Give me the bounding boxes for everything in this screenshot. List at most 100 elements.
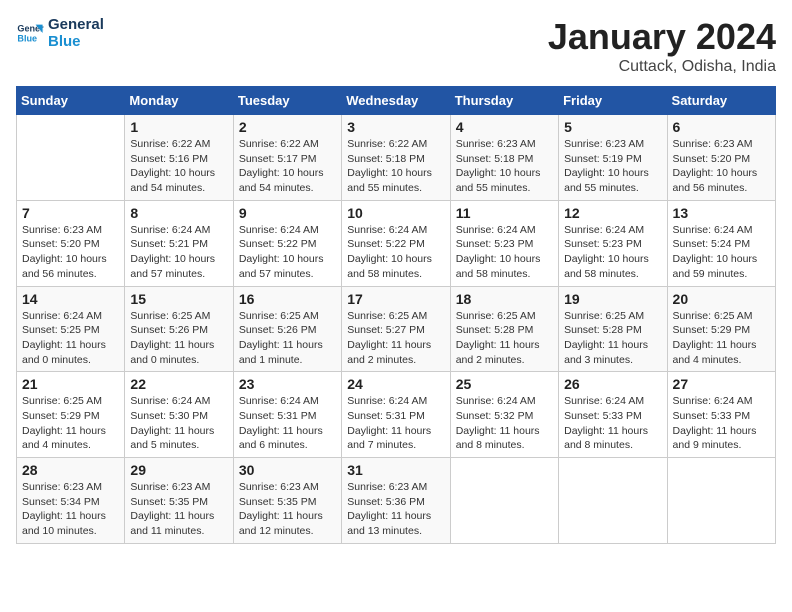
day-number: 1	[130, 119, 227, 135]
calendar-cell: 9Sunrise: 6:24 AM Sunset: 5:22 PM Daylig…	[233, 200, 341, 286]
week-row-1: 7 Sunrise: 6:23 AM Sunset: 5:20 PM Daylig…	[17, 200, 776, 286]
header-cell-tuesday: Tuesday	[233, 87, 341, 115]
calendar-cell: 21Sunrise: 6:25 AM Sunset: 5:29 PM Dayli…	[17, 372, 125, 458]
day-info: Sunrise: 6:25 AM Sunset: 5:28 PM Dayligh…	[564, 309, 661, 368]
svg-text:Blue: Blue	[17, 33, 37, 43]
header-row: SundayMondayTuesdayWednesdayThursdayFrid…	[17, 87, 776, 115]
day-number: 4	[456, 119, 553, 135]
logo: General Blue General Blue	[16, 16, 104, 50]
calendar-cell: 10 Sunrise: 6:24 AM Sunset: 5:22 PM Dayli…	[342, 200, 450, 286]
calendar-cell: 17 Sunrise: 6:25 AM Sunset: 5:27 PM Dayli…	[342, 286, 450, 372]
header-cell-friday: Friday	[559, 87, 667, 115]
day-number: 12	[564, 205, 661, 221]
day-number: 7	[22, 205, 119, 221]
day-number: 28	[22, 462, 119, 478]
day-info: Sunrise: 6:25 AM Sunset: 5:26 PM Dayligh…	[239, 309, 336, 368]
day-info: Sunrise: 6:24 AM Sunset: 5:33 PM Dayligh…	[564, 394, 661, 453]
day-number: 22	[130, 376, 227, 392]
day-info: Sunrise: 6:24 AM Sunset: 5:23 PM Dayligh…	[456, 223, 553, 282]
day-number: 23	[239, 376, 336, 392]
day-number: 26	[564, 376, 661, 392]
day-info: Sunrise: 6:24 AM Sunset: 5:21 PM Dayligh…	[130, 223, 227, 282]
calendar-cell: 30 Sunrise: 6:23 AM Sunset: 5:35 PM Dayli…	[233, 458, 341, 544]
calendar-cell: 8 Sunrise: 6:24 AM Sunset: 5:21 PM Daylig…	[125, 200, 233, 286]
header-cell-sunday: Sunday	[17, 87, 125, 115]
calendar-cell: 20Sunrise: 6:25 AM Sunset: 5:29 PM Dayli…	[667, 286, 775, 372]
day-number: 29	[130, 462, 227, 478]
calendar-cell: 18Sunrise: 6:25 AM Sunset: 5:28 PM Dayli…	[450, 286, 558, 372]
day-info: Sunrise: 6:24 AM Sunset: 5:30 PM Dayligh…	[130, 394, 227, 453]
calendar-table: SundayMondayTuesdayWednesdayThursdayFrid…	[16, 86, 776, 544]
calendar-cell: 26 Sunrise: 6:24 AM Sunset: 5:33 PM Dayli…	[559, 372, 667, 458]
day-info: Sunrise: 6:22 AM Sunset: 5:17 PM Dayligh…	[239, 137, 336, 196]
calendar-cell: 28Sunrise: 6:23 AM Sunset: 5:34 PM Dayli…	[17, 458, 125, 544]
calendar-cell: 1Sunrise: 6:22 AM Sunset: 5:16 PM Daylig…	[125, 115, 233, 201]
day-info: Sunrise: 6:25 AM Sunset: 5:27 PM Dayligh…	[347, 309, 444, 368]
calendar-cell: 15Sunrise: 6:25 AM Sunset: 5:26 PM Dayli…	[125, 286, 233, 372]
title-area: January 2024 Cuttack, Odisha, India	[548, 16, 776, 76]
calendar-cell: 12 Sunrise: 6:24 AM Sunset: 5:23 PM Dayli…	[559, 200, 667, 286]
day-number: 19	[564, 291, 661, 307]
week-row-4: 28Sunrise: 6:23 AM Sunset: 5:34 PM Dayli…	[17, 458, 776, 544]
calendar-cell: 27 Sunrise: 6:24 AM Sunset: 5:33 PM Dayli…	[667, 372, 775, 458]
calendar-cell: 3 Sunrise: 6:22 AM Sunset: 5:18 PM Daylig…	[342, 115, 450, 201]
day-info: Sunrise: 6:23 AM Sunset: 5:35 PM Dayligh…	[239, 480, 336, 539]
calendar-cell: 6 Sunrise: 6:23 AM Sunset: 5:20 PM Daylig…	[667, 115, 775, 201]
calendar-cell: 2 Sunrise: 6:22 AM Sunset: 5:17 PM Daylig…	[233, 115, 341, 201]
day-info: Sunrise: 6:24 AM Sunset: 5:23 PM Dayligh…	[564, 223, 661, 282]
day-info: Sunrise: 6:22 AM Sunset: 5:18 PM Dayligh…	[347, 137, 444, 196]
calendar-cell: 5 Sunrise: 6:23 AM Sunset: 5:19 PM Daylig…	[559, 115, 667, 201]
day-number: 3	[347, 119, 444, 135]
day-info: Sunrise: 6:24 AM Sunset: 5:24 PM Dayligh…	[673, 223, 770, 282]
day-number: 10	[347, 205, 444, 221]
day-info: Sunrise: 6:25 AM Sunset: 5:26 PM Dayligh…	[130, 309, 227, 368]
day-number: 16	[239, 291, 336, 307]
location-title: Cuttack, Odisha, India	[548, 58, 776, 76]
day-info: Sunrise: 6:24 AM Sunset: 5:31 PM Dayligh…	[347, 394, 444, 453]
day-number: 25	[456, 376, 553, 392]
day-number: 17	[347, 291, 444, 307]
calendar-cell: 29 Sunrise: 6:23 AM Sunset: 5:35 PM Dayli…	[125, 458, 233, 544]
calendar-cell	[559, 458, 667, 544]
logo-icon: General Blue	[16, 19, 44, 47]
day-number: 21	[22, 376, 119, 392]
day-number: 6	[673, 119, 770, 135]
day-info: Sunrise: 6:25 AM Sunset: 5:29 PM Dayligh…	[673, 309, 770, 368]
week-row-3: 21Sunrise: 6:25 AM Sunset: 5:29 PM Dayli…	[17, 372, 776, 458]
calendar-cell	[667, 458, 775, 544]
day-info: Sunrise: 6:24 AM Sunset: 5:25 PM Dayligh…	[22, 309, 119, 368]
calendar-cell: 16 Sunrise: 6:25 AM Sunset: 5:26 PM Dayli…	[233, 286, 341, 372]
day-number: 5	[564, 119, 661, 135]
day-number: 2	[239, 119, 336, 135]
day-number: 27	[673, 376, 770, 392]
calendar-cell: 19 Sunrise: 6:25 AM Sunset: 5:28 PM Dayli…	[559, 286, 667, 372]
calendar-cell: 4Sunrise: 6:23 AM Sunset: 5:18 PM Daylig…	[450, 115, 558, 201]
day-info: Sunrise: 6:25 AM Sunset: 5:28 PM Dayligh…	[456, 309, 553, 368]
day-info: Sunrise: 6:24 AM Sunset: 5:33 PM Dayligh…	[673, 394, 770, 453]
day-info: Sunrise: 6:23 AM Sunset: 5:20 PM Dayligh…	[673, 137, 770, 196]
day-number: 9	[239, 205, 336, 221]
calendar-cell: 31Sunrise: 6:23 AM Sunset: 5:36 PM Dayli…	[342, 458, 450, 544]
logo-blue: Blue	[48, 33, 104, 50]
calendar-cell	[450, 458, 558, 544]
day-info: Sunrise: 6:24 AM Sunset: 5:32 PM Dayligh…	[456, 394, 553, 453]
day-number: 30	[239, 462, 336, 478]
day-info: Sunrise: 6:23 AM Sunset: 5:19 PM Dayligh…	[564, 137, 661, 196]
day-number: 14	[22, 291, 119, 307]
logo-general: General	[48, 16, 104, 33]
calendar-body: 1Sunrise: 6:22 AM Sunset: 5:16 PM Daylig…	[17, 115, 776, 544]
calendar-cell: 23 Sunrise: 6:24 AM Sunset: 5:31 PM Dayli…	[233, 372, 341, 458]
day-info: Sunrise: 6:24 AM Sunset: 5:22 PM Dayligh…	[347, 223, 444, 282]
day-number: 8	[130, 205, 227, 221]
day-number: 11	[456, 205, 553, 221]
day-info: Sunrise: 6:23 AM Sunset: 5:20 PM Dayligh…	[22, 223, 119, 282]
header-cell-monday: Monday	[125, 87, 233, 115]
header-cell-wednesday: Wednesday	[342, 87, 450, 115]
calendar-cell: 24Sunrise: 6:24 AM Sunset: 5:31 PM Dayli…	[342, 372, 450, 458]
day-info: Sunrise: 6:23 AM Sunset: 5:35 PM Dayligh…	[130, 480, 227, 539]
header: General Blue General Blue January 2024 C…	[16, 16, 776, 76]
week-row-2: 14 Sunrise: 6:24 AM Sunset: 5:25 PM Dayli…	[17, 286, 776, 372]
day-info: Sunrise: 6:24 AM Sunset: 5:31 PM Dayligh…	[239, 394, 336, 453]
header-cell-thursday: Thursday	[450, 87, 558, 115]
header-cell-saturday: Saturday	[667, 87, 775, 115]
